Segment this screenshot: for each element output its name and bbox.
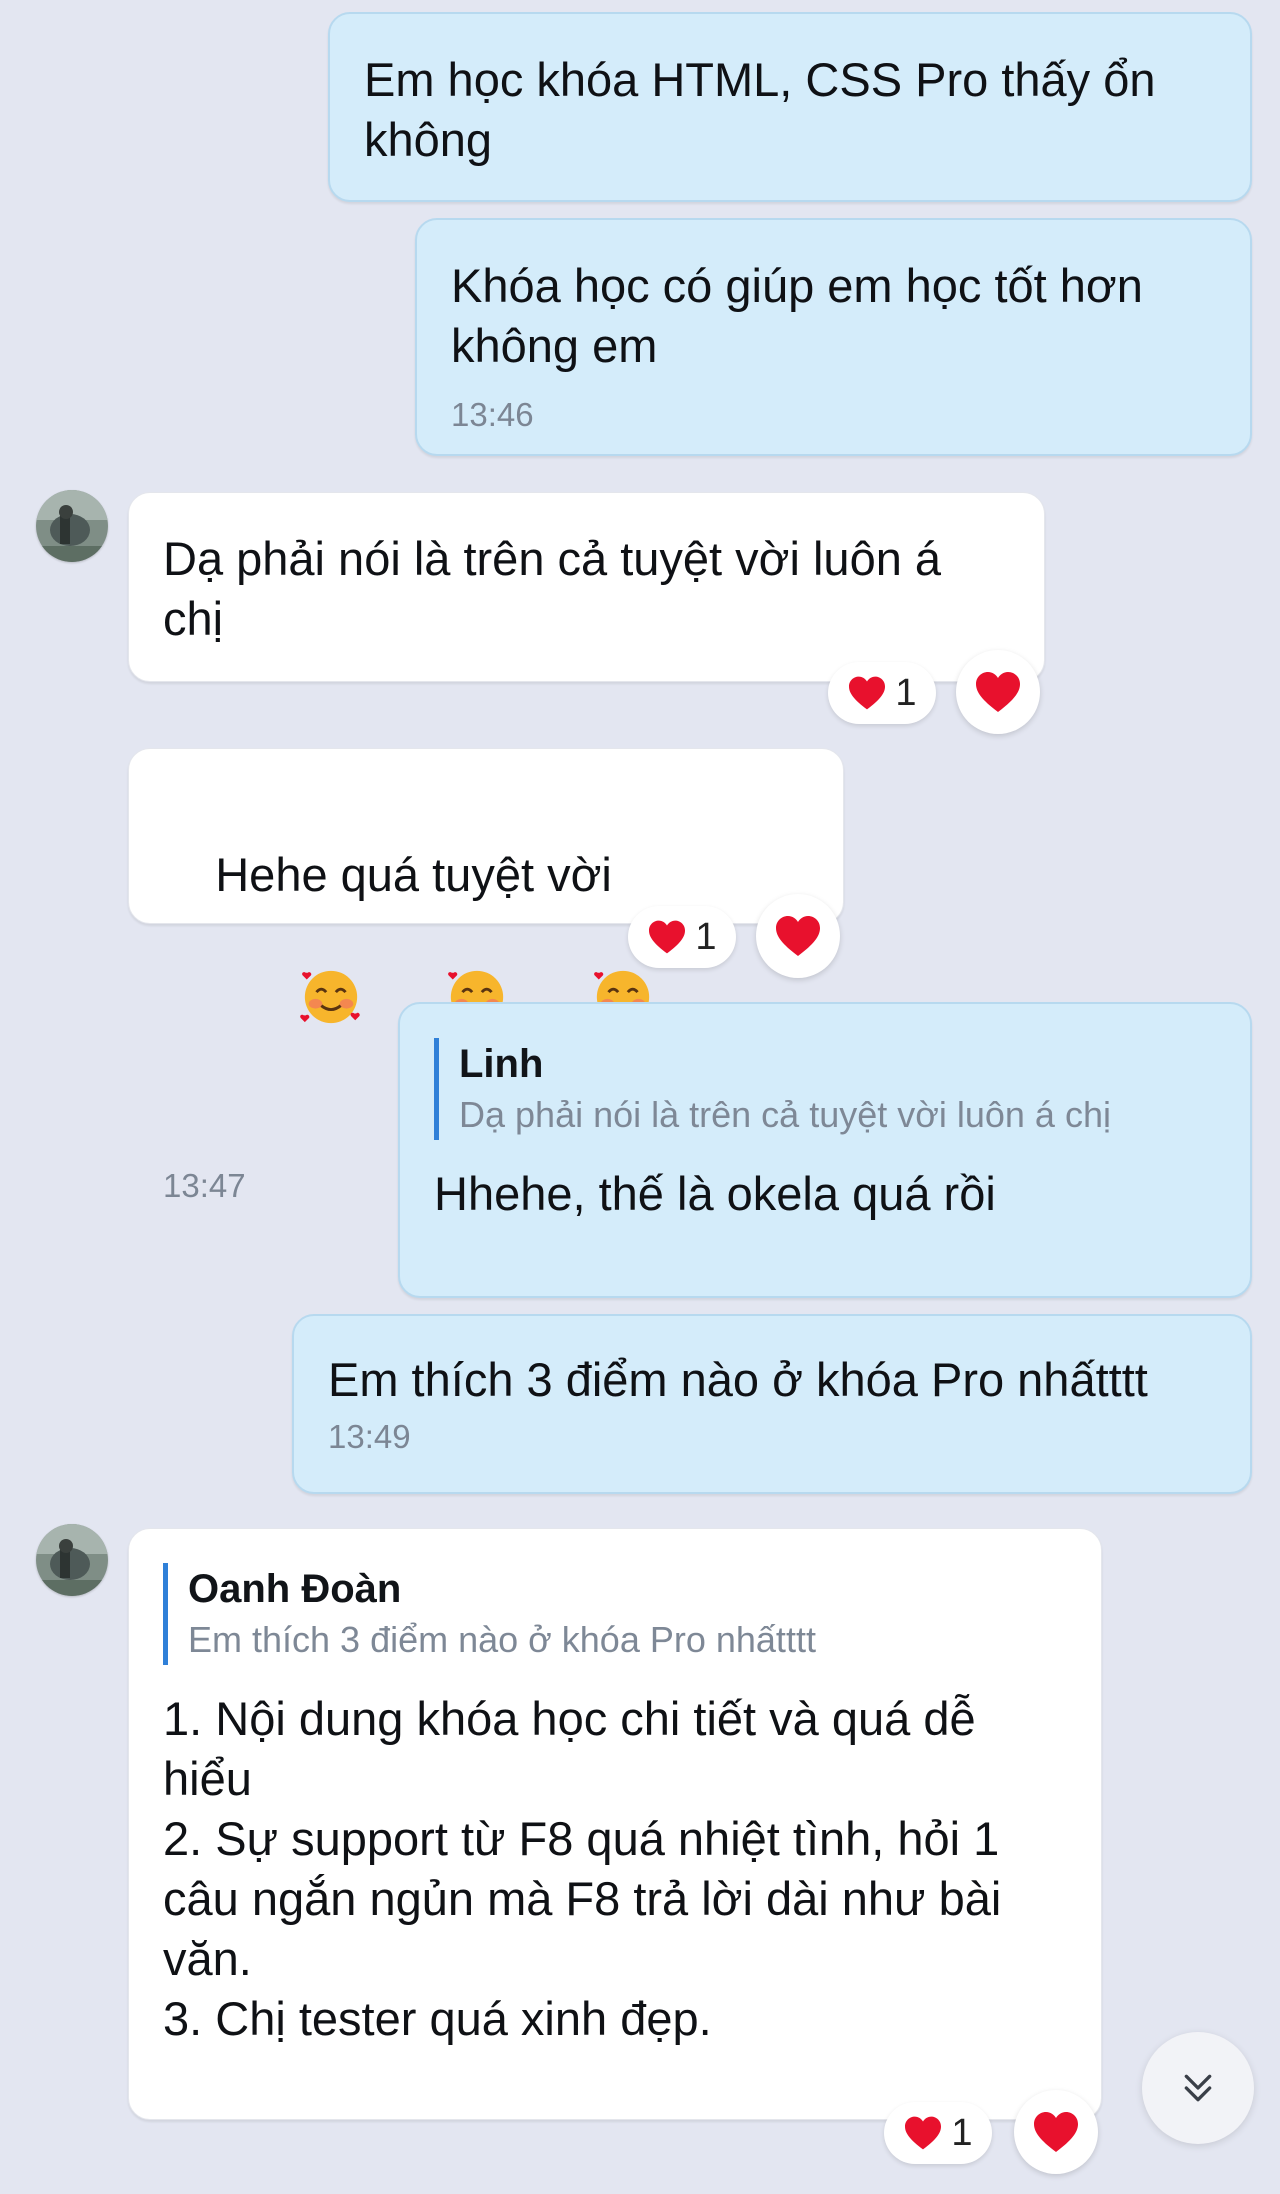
message-bubble-outgoing[interactable]: Linh Dạ phải nói là trên cả tuyệt vời lu… bbox=[398, 1002, 1252, 1298]
quote-text: Dạ phải nói là trên cả tuyệt vời luôn á … bbox=[459, 1094, 1111, 1135]
heart-icon bbox=[649, 920, 686, 954]
message-bubble-incoming[interactable]: Hehe quá tuyệt vời 13:47 bbox=[128, 748, 844, 1204]
react-heart-button[interactable] bbox=[756, 894, 840, 978]
quote-text: Em thích 3 điểm nào ở khóa Pro nhấtttt bbox=[188, 1619, 816, 1660]
message-bubble-outgoing[interactable]: Khóa học có giúp em học tốt hơn không em… bbox=[415, 218, 1252, 456]
message-text: Em học khóa HTML, CSS Pro thấy ổn không bbox=[364, 53, 1156, 166]
react-heart-button[interactable] bbox=[1014, 2090, 1098, 2174]
message-text: Hhehe, thế là okela quá rồi bbox=[434, 1167, 996, 1220]
reaction-count: 1 bbox=[895, 671, 917, 714]
message-bubble-outgoing[interactable]: Em thích 3 điểm nào ở khóa Pro nhấtttt 1… bbox=[292, 1314, 1252, 1494]
reply-quote[interactable]: Oanh Đoàn Em thích 3 điểm nào ở khóa Pro… bbox=[163, 1563, 1101, 1665]
avatar[interactable] bbox=[36, 1524, 108, 1596]
avatar-image bbox=[36, 1524, 108, 1596]
reaction-count: 1 bbox=[695, 915, 717, 958]
quote-author: Linh bbox=[459, 1042, 544, 1086]
reaction-summary[interactable]: 1 bbox=[628, 906, 736, 968]
message-text-content: Hehe quá tuyệt vời bbox=[215, 848, 612, 901]
quote-author: Oanh Đoàn bbox=[188, 1567, 402, 1611]
avatar[interactable] bbox=[36, 490, 108, 562]
message-text: Dạ phải nói là trên cả tuyệt vời luôn á … bbox=[163, 532, 942, 645]
chevron-double-down-icon bbox=[1184, 2074, 1212, 2102]
reply-quote[interactable]: Linh Dạ phải nói là trên cả tuyệt vời lu… bbox=[434, 1038, 1250, 1140]
smiling-face-with-hearts-icon bbox=[221, 905, 361, 1101]
scroll-to-bottom-button[interactable] bbox=[1142, 2032, 1254, 2144]
message-bubble-outgoing[interactable]: Em học khóa HTML, CSS Pro thấy ổn không bbox=[328, 12, 1252, 202]
heart-icon bbox=[776, 916, 820, 956]
reaction-summary[interactable]: 1 bbox=[884, 2102, 992, 2164]
react-heart-button[interactable] bbox=[956, 650, 1040, 734]
message-timestamp: 13:46 bbox=[451, 396, 534, 433]
reaction-summary[interactable]: 1 bbox=[828, 662, 936, 724]
avatar-image bbox=[36, 490, 108, 562]
heart-icon bbox=[976, 672, 1020, 712]
message-text: Khóa học có giúp em học tốt hơn không em bbox=[451, 259, 1143, 372]
heart-icon bbox=[1034, 2112, 1078, 2152]
heart-icon bbox=[849, 676, 886, 710]
message-bubble-incoming[interactable]: Oanh Đoàn Em thích 3 điểm nào ở khóa Pro… bbox=[128, 1528, 1102, 2120]
message-text: 1. Nội dung khóa học chi tiết và quá dễ … bbox=[163, 1692, 1002, 2045]
heart-icon bbox=[905, 2116, 942, 2150]
message-timestamp: 13:49 bbox=[328, 1418, 411, 1455]
message-bubble-incoming[interactable]: Dạ phải nói là trên cả tuyệt vời luôn á … bbox=[128, 492, 1045, 682]
message-text: Em thích 3 điểm nào ở khóa Pro nhấtttt bbox=[328, 1353, 1148, 1406]
reaction-count: 1 bbox=[951, 2111, 973, 2154]
